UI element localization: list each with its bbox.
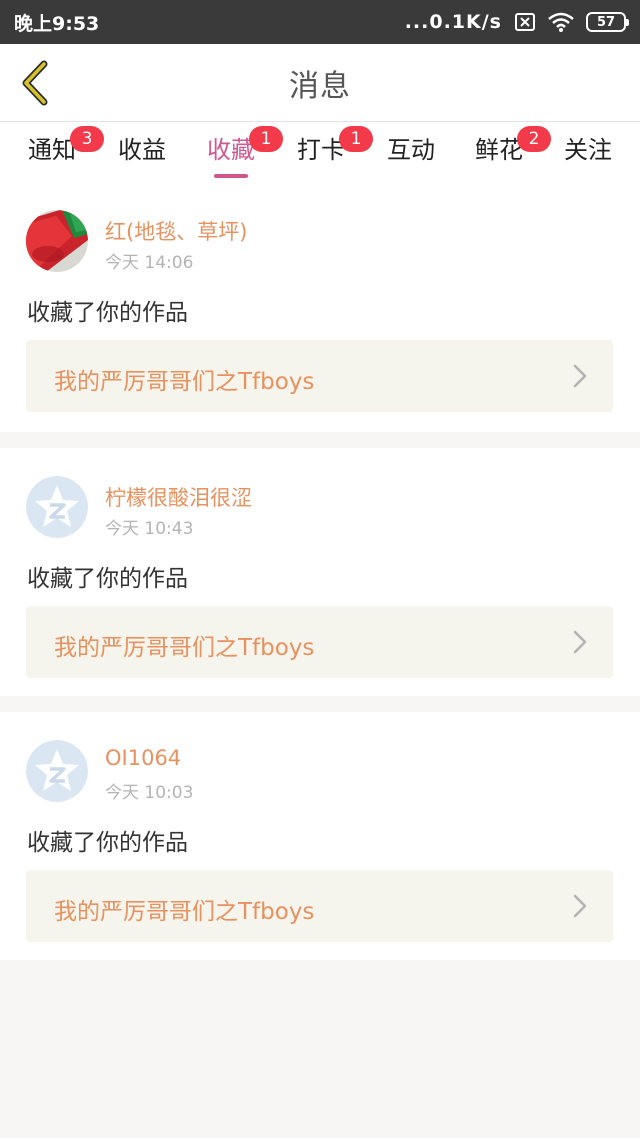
tab-bar: 通知 3 收益 收藏 1 打卡 1 互动 鲜花 2 关注 — [0, 122, 640, 182]
unread-badge: 1 — [249, 126, 283, 152]
chevron-right-icon — [573, 894, 587, 918]
avatar[interactable] — [26, 740, 88, 802]
network-speed: ...0.1K/s — [404, 11, 502, 33]
timestamp: 今天 14:06 — [105, 253, 194, 273]
status-time: 晚上9:53 — [14, 12, 100, 35]
work-title: 我的严厉哥哥们之Tfboys — [54, 369, 315, 395]
battery-level: 57 — [596, 14, 616, 30]
avatar[interactable] — [26, 210, 88, 272]
user-name[interactable]: 柠檬很酸泪很涩 — [105, 482, 252, 512]
page-title: 消息 — [289, 69, 351, 104]
tab-label: 收益 — [118, 136, 166, 164]
avatar[interactable] — [26, 476, 88, 538]
action-text: 收藏了你的作品 — [27, 830, 188, 856]
active-tab-indicator — [214, 174, 248, 178]
message-card: 红(地毯、草坪) 今天 14:06 收藏了你的作品 我的严厉哥哥们之Tfboys — [0, 182, 640, 432]
unread-badge: 2 — [517, 126, 551, 152]
message-card: 柠檬很酸泪很涩 今天 10:43 收藏了你的作品 我的严厉哥哥们之Tfboys — [0, 448, 640, 696]
tab-interaction[interactable]: 互动 — [381, 132, 441, 180]
unread-badge: 1 — [339, 126, 373, 152]
battery-icon: 57 — [586, 12, 629, 32]
app-header: 消息 — [0, 44, 640, 122]
tab-label: 关注 — [564, 136, 612, 164]
message-card: OI1064 今天 10:03 收藏了你的作品 我的严厉哥哥们之Tfboys — [0, 712, 640, 960]
default-qzone-avatar — [26, 476, 88, 538]
work-title: 我的严厉哥哥们之Tfboys — [54, 635, 315, 661]
red-carpet-photo — [26, 210, 88, 272]
status-indicators: ...0.1K/s 57 — [404, 11, 629, 33]
default-qzone-avatar — [26, 740, 88, 802]
tab-favorites[interactable]: 收藏 1 — [201, 126, 283, 180]
tab-earnings[interactable]: 收益 — [112, 132, 172, 180]
tab-label: 互动 — [387, 136, 435, 164]
unread-badge: 3 — [70, 126, 104, 152]
work-link[interactable]: 我的严厉哥哥们之Tfboys — [26, 870, 613, 942]
wifi-icon — [548, 12, 574, 32]
status-bar: 晚上9:53 ...0.1K/s 57 — [0, 0, 640, 44]
chevron-right-icon — [573, 630, 587, 654]
timestamp: 今天 10:43 — [105, 519, 194, 539]
tab-follows[interactable]: 关注 — [558, 132, 618, 180]
action-text: 收藏了你的作品 — [27, 566, 188, 592]
tab-notifications[interactable]: 通知 3 — [22, 126, 104, 180]
work-title: 我的严厉哥哥们之Tfboys — [54, 899, 315, 925]
work-link[interactable]: 我的严厉哥哥们之Tfboys — [26, 340, 613, 412]
user-name[interactable]: OI1064 — [105, 746, 181, 770]
work-link[interactable]: 我的严厉哥哥们之Tfboys — [26, 606, 613, 678]
chevron-right-icon — [573, 364, 587, 388]
action-text: 收藏了你的作品 — [27, 300, 188, 326]
user-name[interactable]: 红(地毯、草坪) — [105, 216, 247, 246]
timestamp: 今天 10:03 — [105, 783, 194, 803]
tab-checkin[interactable]: 打卡 1 — [291, 126, 373, 180]
sim-off-icon — [514, 12, 536, 32]
tab-flowers[interactable]: 鲜花 2 — [469, 126, 551, 180]
